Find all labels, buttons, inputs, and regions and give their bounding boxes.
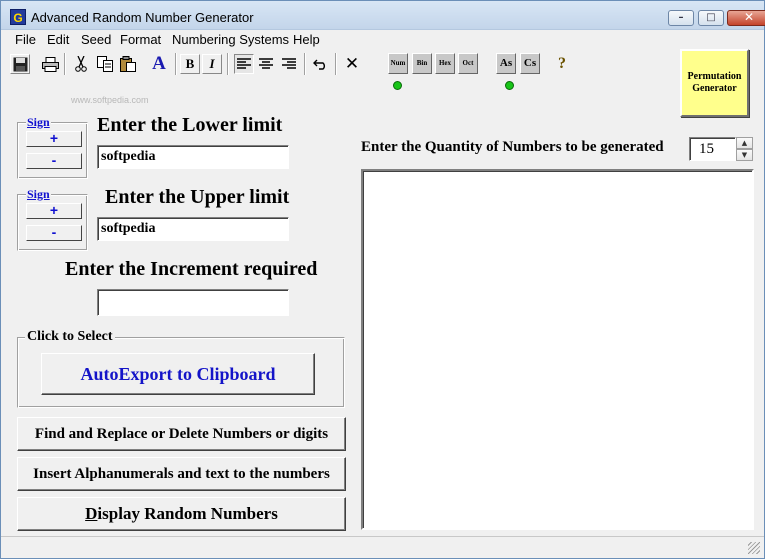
display-random-numbers-button[interactable]: Display Random Numbers [17,497,346,531]
display-button-label: isplay Random Numbers [97,504,278,523]
display-accelerator-letter: D [85,504,98,523]
copy-button[interactable] [95,54,115,74]
status-bar [1,536,764,558]
clear-button[interactable]: ✕ [342,54,362,74]
menu-help[interactable]: Help [293,32,320,47]
permutation-generator-button[interactable]: Permutation Generator [680,49,749,117]
autoexport-clipboard-button[interactable]: AutoExport to Clipboard [41,353,315,395]
cut-button[interactable] [71,54,91,74]
paste-button[interactable] [118,54,138,74]
align-right-button[interactable] [279,54,299,74]
num-button[interactable]: Num [388,53,408,74]
toolbar-separator [335,53,337,75]
case-status-led [505,81,514,90]
insert-alphanumerals-button[interactable]: Insert Alphanumerals and text to the num… [17,457,346,491]
toolbar-separator [227,53,229,75]
print-button[interactable] [40,54,60,74]
click-to-select-group: Click to Select AutoExport to Clipboard [17,329,345,408]
toolbar-separator [64,53,66,75]
minimize-button[interactable]: – [668,10,694,26]
bold-button[interactable]: B [180,54,200,74]
click-to-select-label: Click to Select [25,329,115,345]
upper-plus-button[interactable]: + [26,203,82,219]
watermark: www.softpedia.com [71,95,149,105]
upper-limit-input[interactable]: softpedia [97,217,289,241]
upper-sign-group: Sign + - [17,187,88,251]
upper-minus-button[interactable]: - [26,225,82,241]
floppy-disk-icon [13,57,27,71]
increment-label: Enter the Increment required [65,258,318,280]
quantity-label: Enter the Quantity of Numbers to be gene… [361,139,664,155]
resize-grip-icon[interactable] [748,542,760,554]
lower-plus-button[interactable]: + [26,131,82,147]
quantity-spin-down-button[interactable]: ▼ [736,149,753,161]
toolbar-separator [304,53,306,75]
bin-button[interactable]: Bin [412,53,432,74]
num-status-led [393,81,402,90]
app-window: G Advanced Random Number Generator – □ ✕… [0,0,765,559]
menu-format[interactable]: Format [120,32,161,47]
copy-icon [97,56,113,72]
window-title: Advanced Random Number Generator [31,10,254,25]
find-replace-button[interactable]: Find and Replace or Delete Numbers or di… [17,417,346,451]
save-button[interactable] [10,54,30,74]
title-bar[interactable]: G Advanced Random Number Generator – □ ✕ [1,1,765,30]
clipboard-icon [120,56,136,72]
oct-button[interactable]: Oct [458,53,478,74]
lower-limit-input[interactable]: softpedia [97,145,289,169]
increment-input[interactable] [97,289,289,316]
close-button[interactable]: ✕ [727,10,765,26]
quantity-input[interactable]: 15 [689,137,736,161]
random-numbers-output[interactable] [361,169,754,530]
menu-bar: File Edit Seed Format Numbering Systems … [1,30,764,49]
align-left-icon [237,58,251,69]
align-center-icon [259,58,273,69]
lower-sign-group: Sign + - [17,115,88,179]
align-right-icon [282,58,296,69]
lower-sign-label: Sign [26,115,51,130]
maximize-button[interactable]: □ [698,10,724,26]
lower-minus-button[interactable]: - [26,153,82,169]
upper-limit-label: Enter the Upper limit [105,186,290,208]
lower-limit-label: Enter the Lower limit [97,114,283,136]
menu-edit[interactable]: Edit [47,32,69,47]
font-color-button[interactable]: A [147,53,171,75]
menu-file[interactable]: File [15,32,36,47]
menu-seed[interactable]: Seed [81,32,111,47]
menu-numbering-systems[interactable]: Numbering Systems [172,32,289,47]
align-left-button[interactable] [234,54,254,74]
printer-icon [41,56,59,72]
align-center-button[interactable] [256,54,276,74]
toolbar-separator [175,53,177,75]
quantity-spin-up-button[interactable]: ▲ [736,137,753,149]
italic-button[interactable]: I [202,54,222,74]
undo-arrow-icon [313,59,325,70]
scissors-icon [75,56,87,72]
help-button[interactable]: ? [552,54,572,74]
upper-sign-label: Sign [26,187,51,202]
hex-button[interactable]: Hex [435,53,455,74]
app-icon: G [10,9,26,25]
lowercase-button[interactable]: As [496,53,516,74]
undo-button[interactable] [311,54,331,74]
uppercase-button[interactable]: Cs [520,53,540,74]
